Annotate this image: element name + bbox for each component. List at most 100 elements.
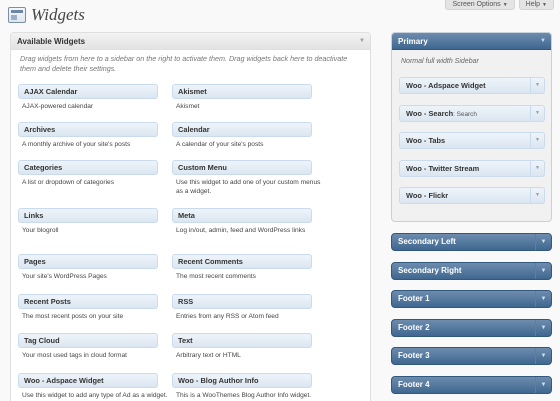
widget-description: Your site's WordPress Pages: [22, 273, 107, 280]
sidebar-collapsed[interactable]: Secondary Right ▼: [391, 261, 552, 280]
sidebar-widget[interactable]: Woo - Adspace Widget ▼: [399, 77, 545, 94]
widget-title[interactable]: Pages: [18, 254, 158, 269]
widget-description: The most recent posts on your site: [22, 313, 124, 320]
screen-options-label: Screen Options: [452, 1, 501, 8]
widget-item[interactable]: Text Arbitrary text or HTML: [172, 333, 312, 360]
sidebar-collapsed-title: Footer 1: [398, 294, 430, 304]
screen-options-tab[interactable]: Screen Options ▼: [445, 0, 515, 10]
available-widgets-description: Drag widgets from here to a sidebar on t…: [20, 54, 348, 73]
widget-item[interactable]: Woo - Blog Author Info This is a WooTheme…: [172, 373, 312, 400]
widget-description: The most recent comments: [176, 273, 256, 280]
chevron-down-icon[interactable]: ▼: [530, 188, 544, 203]
widget-description: Your most used tags in cloud format: [22, 352, 127, 359]
chevron-down-icon[interactable]: ▼: [535, 348, 551, 365]
widget-title[interactable]: Meta: [172, 208, 312, 223]
help-label: Help: [525, 1, 541, 8]
sidebar-widget-title: Woo - Tabs: [406, 136, 446, 145]
chevron-down-icon: ▼: [502, 2, 508, 8]
sidebar-widget[interactable]: Woo - Search: Search ▼: [399, 104, 545, 122]
sidebar-collapsed-title: Footer 4: [398, 380, 430, 389]
page-header: Widgets: [8, 5, 85, 25]
sidebar-widget[interactable]: Woo - Twitter Stream ▼: [399, 159, 545, 177]
widget-item[interactable]: Tag Cloud Your most used tags in cloud fo…: [18, 333, 158, 360]
widget-item[interactable]: Archives A monthly archive of your site's…: [18, 122, 158, 149]
widget-item[interactable]: Categories A list or dropdown of categori…: [18, 160, 158, 187]
widgets-icon: [8, 7, 26, 23]
sidebar-collapsed-title: Secondary Right: [398, 265, 462, 275]
chevron-down-icon: ▼: [542, 2, 547, 8]
sidebar-collapsed[interactable]: Footer 1 ▼: [391, 290, 552, 309]
available-widgets-title: Available Widgets: [17, 37, 86, 46]
sidebar-widget[interactable]: Woo - Flickr ▼: [399, 187, 545, 204]
sidebar-widget-title: Woo - Search: [406, 108, 454, 118]
available-widgets-header[interactable]: Available Widgets ▼: [11, 33, 370, 50]
widget-item[interactable]: Links Your blogroll: [18, 208, 158, 235]
widget-item[interactable]: Pages Your site's WordPress Pages: [18, 254, 158, 281]
sidebar-widget-title: Woo - Adspace Widget: [406, 81, 486, 90]
widget-item[interactable]: Recent Posts The most recent posts on you…: [18, 294, 158, 321]
help-tab[interactable]: Help ▼: [518, 0, 554, 10]
chevron-down-icon[interactable]: ▼: [530, 78, 544, 93]
sidebar-collapsed[interactable]: Secondary Left ▼: [391, 233, 552, 251]
sidebar-widget[interactable]: Woo - Tabs ▼: [399, 132, 545, 149]
widget-title[interactable]: Woo - Adspace Widget: [18, 373, 158, 388]
sidebar-collapsed-title: Secondary Left: [398, 237, 456, 246]
widget-title[interactable]: Recent Comments: [172, 254, 312, 269]
chevron-down-icon[interactable]: ▼: [359, 33, 365, 50]
available-widgets-panel: Available Widgets ▼ Drag widgets from he…: [10, 32, 371, 401]
sidebar-widget-title: Woo - Twitter Stream: [406, 163, 480, 173]
widget-title[interactable]: Calendar: [172, 122, 312, 137]
widget-item[interactable]: Woo - Adspace Widget Use this widget to a…: [18, 373, 168, 400]
widget-description: Arbitrary text or HTML: [176, 352, 241, 359]
sidebar-widget-subtitle: : Search: [453, 110, 477, 118]
widget-title[interactable]: Text: [172, 333, 312, 348]
widget-description: Use this widget to add any type of Ad as…: [22, 392, 168, 399]
widget-item[interactable]: Calendar A calendar of your site's posts: [172, 122, 312, 149]
widget-description: A monthly archive of your site's posts: [22, 141, 131, 148]
chevron-down-icon[interactable]: ▼: [540, 33, 546, 50]
chevron-down-icon[interactable]: ▼: [535, 234, 551, 250]
widget-description: Use this widget to add one of your custo…: [176, 179, 321, 195]
widget-description: AJAX-powered calendar: [22, 103, 94, 110]
chevron-down-icon[interactable]: ▼: [530, 105, 544, 121]
widget-item[interactable]: Recent Comments The most recent comments: [172, 254, 312, 281]
primary-sidebar-description: Normal full width Sidebar: [401, 58, 479, 65]
widget-item[interactable]: Custom Menu Use this widget to add one of…: [172, 160, 320, 196]
widget-title[interactable]: Tag Cloud: [18, 333, 158, 348]
widget-title[interactable]: Categories: [18, 160, 158, 175]
sidebar-widget-title: Woo - Flickr: [406, 191, 449, 200]
primary-sidebar: Primary ▼ Normal full width Sidebar Woo …: [391, 32, 552, 222]
widget-title[interactable]: Akismet: [172, 84, 312, 99]
widget-description: Entries from any RSS or Atom feed: [176, 313, 279, 320]
widget-title[interactable]: Recent Posts: [18, 294, 158, 309]
widget-title[interactable]: AJAX Calendar: [18, 84, 158, 99]
widget-description: Your blogroll: [22, 227, 59, 234]
widget-title[interactable]: Archives: [18, 122, 158, 137]
widget-title[interactable]: Custom Menu: [172, 160, 312, 175]
widget-description: Akismet: [176, 103, 200, 110]
chevron-down-icon[interactable]: ▼: [535, 262, 551, 279]
widget-description: This is a WooThemes Blog Author Info wid…: [176, 392, 312, 399]
chevron-down-icon[interactable]: ▼: [535, 377, 551, 393]
chevron-down-icon[interactable]: ▼: [530, 133, 544, 148]
widget-item[interactable]: Meta Log in/out, admin, feed and WordPres…: [172, 208, 312, 235]
screen-meta: Screen Options ▼ Help ▼: [445, 0, 554, 10]
widget-item[interactable]: RSS Entries from any RSS or Atom feed: [172, 294, 312, 321]
sidebar-collapsed[interactable]: Footer 2 ▼: [391, 318, 552, 337]
widget-description: A list or dropdown of categories: [22, 179, 114, 186]
sidebar-collapsed[interactable]: Footer 3 ▼: [391, 347, 552, 366]
sidebar-collapsed-title: Footer 3: [398, 351, 430, 361]
widget-title[interactable]: Woo - Blog Author Info: [172, 373, 312, 388]
widget-description: A calendar of your site's posts: [176, 141, 264, 148]
chevron-down-icon[interactable]: ▼: [530, 160, 544, 176]
sidebar-collapsed[interactable]: Footer 4 ▼: [391, 376, 552, 394]
primary-sidebar-header[interactable]: Primary ▼: [392, 33, 551, 50]
chevron-down-icon[interactable]: ▼: [535, 291, 551, 308]
sidebar-collapsed-title: Footer 2: [398, 322, 430, 332]
widget-item[interactable]: AJAX Calendar AJAX-powered calendar: [18, 84, 158, 111]
widget-title[interactable]: RSS: [172, 294, 312, 309]
widget-item[interactable]: Akismet Akismet: [172, 84, 312, 111]
chevron-down-icon[interactable]: ▼: [535, 319, 551, 336]
widget-description: Log in/out, admin, feed and WordPress li…: [176, 227, 306, 234]
widget-title[interactable]: Links: [18, 208, 158, 223]
